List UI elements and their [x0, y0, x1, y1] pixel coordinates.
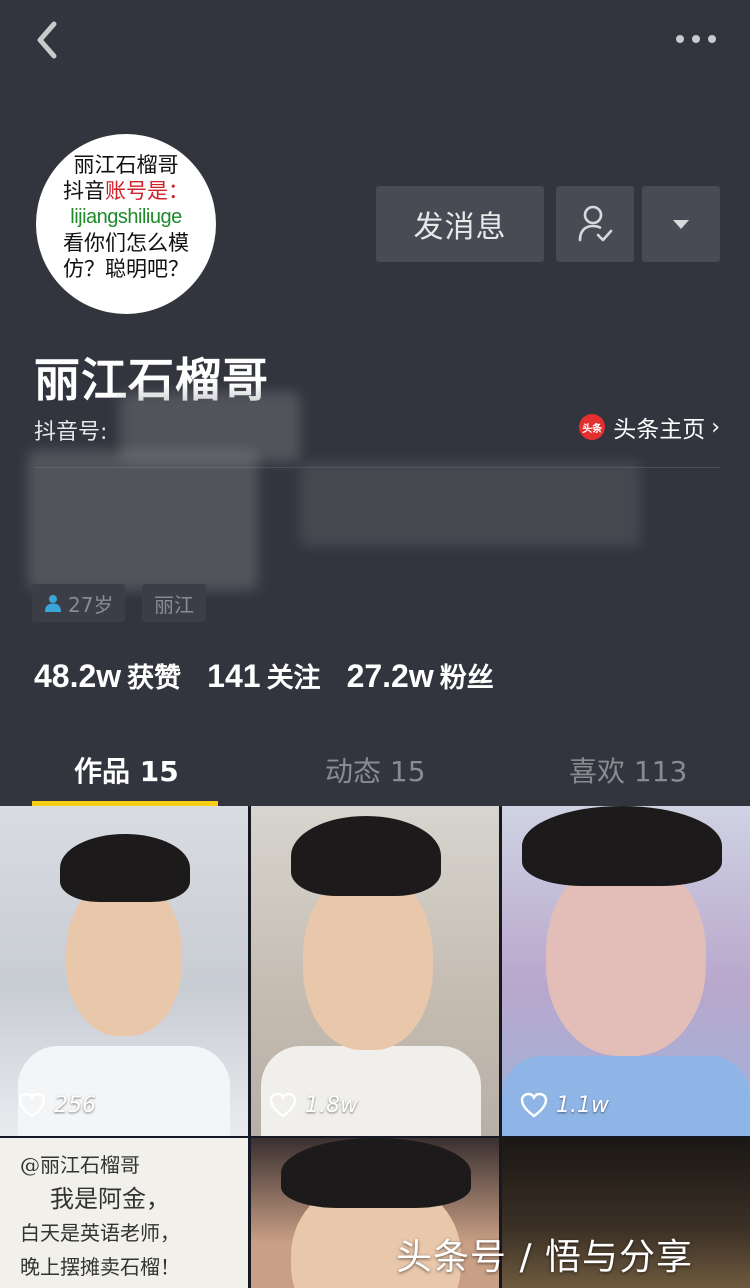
person-icon: [45, 595, 61, 612]
video-grid: 256 1.8w 1.1w @丽江石榴哥 我是阿金， 白天是英语老师， 晚上摆摊…: [0, 806, 750, 1288]
like-count-label: 1.1w: [556, 1092, 609, 1118]
back-button[interactable]: [30, 18, 70, 62]
avatar-text-line: 看你们怎么模: [63, 231, 189, 255]
avatar-text-line: 仿？聪明吧？: [63, 257, 189, 281]
video-thumbnail[interactable]: 1.1w: [502, 806, 750, 1136]
stat-number: 48.2w: [34, 658, 122, 694]
age-label: 27岁: [68, 592, 114, 617]
video-figure: [60, 834, 190, 902]
stat-followers[interactable]: 27.2w 粉丝: [347, 656, 494, 695]
chevron-left-icon: [37, 21, 57, 59]
heart-icon: [520, 1092, 548, 1118]
like-count: 1.1w: [520, 1092, 609, 1118]
heart-icon: [269, 1092, 297, 1118]
stat-number: 141: [207, 658, 261, 694]
handwritten-note: @丽江石榴哥 我是阿金， 白天是英语老师， 晚上摆摊卖石榴！: [20, 1148, 180, 1284]
tab-works[interactable]: 作品 15: [74, 750, 179, 790]
tab-dynamics[interactable]: 动态 15: [325, 750, 426, 790]
like-count: 1.8w: [269, 1092, 358, 1118]
video-figure: [303, 870, 433, 1050]
caret-down-icon: [673, 220, 689, 229]
more-horizontal-icon: [676, 35, 716, 43]
avatar-text-prefix: 抖音: [63, 179, 105, 203]
toutiao-homepage-link[interactable]: 头条 头条主页 ›: [579, 410, 720, 444]
note-line: 我是阿金，: [50, 1185, 170, 1213]
video-figure: [261, 1046, 481, 1136]
user-check-icon: [578, 205, 613, 242]
tab-likes[interactable]: 喜欢 113: [569, 750, 687, 790]
stat-number: 27.2w: [346, 658, 434, 694]
video-figure: [291, 816, 441, 896]
stat-label: 粉丝: [439, 663, 494, 694]
chevron-right-icon: ›: [711, 414, 720, 440]
dropdown-button[interactable]: [642, 186, 720, 262]
stat-following[interactable]: 141 关注: [207, 656, 320, 695]
message-button[interactable]: 发消息: [376, 186, 544, 262]
video-figure: [546, 856, 706, 1056]
like-count-label: 1.8w: [305, 1092, 358, 1118]
content-tabs: 作品 15 动态 15 喜欢 113: [0, 730, 750, 806]
redacted-blur: [28, 450, 258, 590]
video-thumbnail[interactable]: @丽江石榴哥 我是阿金， 白天是英语老师， 晚上摆摊卖石榴！: [0, 1138, 248, 1288]
video-figure: [18, 1046, 230, 1136]
toutiao-icon: 头条: [579, 414, 606, 440]
message-button-label: 发消息: [413, 210, 507, 245]
city-tag: 丽江: [142, 584, 206, 622]
video-thumbnail[interactable]: 1.8w: [251, 806, 499, 1136]
like-count: 256: [18, 1092, 96, 1118]
like-count-label: 256: [54, 1092, 96, 1118]
avatar-text-highlight: 账号是：: [105, 179, 189, 203]
avatar-text-line: 抖音账号是：: [36, 178, 216, 204]
age-tag: 27岁: [32, 584, 126, 622]
avatar-text-account: lijiangshiliuge: [70, 206, 182, 228]
note-line: 晚上摆摊卖石榴！: [20, 1255, 180, 1279]
more-button[interactable]: [672, 24, 720, 54]
stats-row: 48.2w 获赞 141 关注 27.2w 粉丝: [34, 656, 520, 695]
douyin-id-label: 抖音号:: [34, 420, 108, 445]
video-thumbnail[interactable]: 256: [0, 806, 248, 1136]
stat-label: 获赞: [127, 663, 182, 694]
stat-likes: 48.2w 获赞: [34, 656, 181, 695]
profile-header: 丽江石榴哥 抖音账号是： lijiangshiliuge 看你们怎么模 仿？聪明…: [0, 0, 750, 806]
avatar[interactable]: 丽江石榴哥 抖音账号是： lijiangshiliuge 看你们怎么模 仿？聪明…: [36, 134, 216, 314]
video-figure: [281, 1138, 471, 1208]
note-line: 白天是英语老师，: [20, 1221, 180, 1245]
avatar-text-line: 丽江石榴哥: [73, 153, 179, 177]
follow-status-button[interactable]: [556, 186, 634, 262]
top-bar: [0, 0, 750, 80]
heart-icon: [18, 1092, 46, 1118]
toutiao-link-label: 头条主页: [613, 417, 706, 443]
note-line: @丽江石榴哥: [20, 1153, 140, 1177]
city-label: 丽江: [154, 592, 194, 617]
watermark: 头条号 / 悟与分享: [396, 1237, 694, 1278]
stat-label: 关注: [266, 663, 321, 694]
douyin-id: 抖音号:: [34, 414, 107, 446]
video-figure: [522, 806, 722, 886]
redacted-blur: [300, 462, 640, 546]
